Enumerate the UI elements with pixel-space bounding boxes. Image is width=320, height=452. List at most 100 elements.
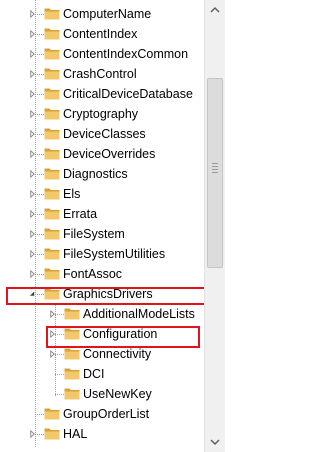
scrollbar-thumb[interactable] <box>207 78 223 268</box>
tree-item-errata[interactable]: Errata <box>0 204 204 224</box>
tree-item-fontassoc[interactable]: FontAssoc <box>0 264 204 284</box>
tree-item-additionalmodelists[interactable]: AdditionalModeLists <box>0 304 204 324</box>
folder-icon <box>44 428 60 440</box>
tree-connector <box>35 414 44 415</box>
expand-arrow-icon[interactable] <box>49 310 56 318</box>
tree-item-label: Errata <box>63 207 98 221</box>
expand-arrow-icon[interactable] <box>29 230 36 238</box>
folder-icon <box>64 388 80 400</box>
highlight-configuration <box>46 326 200 348</box>
tree-connector <box>35 254 44 255</box>
tree-item-deviceoverrides[interactable]: DeviceOverrides <box>0 144 204 164</box>
tree-item-filesystem[interactable]: FileSystem <box>0 224 204 244</box>
expand-arrow-icon[interactable] <box>49 350 56 358</box>
tree-item-criticaldevicedatabase[interactable]: CriticalDeviceDatabase <box>0 84 204 104</box>
tree-item-label: FontAssoc <box>63 267 123 281</box>
tree-item-hal[interactable]: HAL <box>0 424 204 444</box>
folder-icon <box>44 8 60 20</box>
tree-item-deviceclasses[interactable]: DeviceClasses <box>0 124 204 144</box>
folder-icon <box>44 68 60 80</box>
tree-item-cryptography[interactable]: Cryptography <box>0 104 204 124</box>
tree-connector <box>35 174 44 175</box>
tree-connector <box>35 114 44 115</box>
tree-connector <box>55 354 64 355</box>
folder-icon <box>44 228 60 240</box>
folder-icon <box>44 148 60 160</box>
tree-connector <box>55 314 64 315</box>
tree-item-label: FileSystem <box>63 227 125 241</box>
folder-icon <box>64 308 80 320</box>
tree-connector <box>35 134 44 135</box>
expand-arrow-icon[interactable] <box>29 170 36 178</box>
scroll-up-icon[interactable] <box>207 2 223 18</box>
tree-connector <box>35 74 44 75</box>
folder-icon <box>44 88 60 100</box>
tree-item-crashcontrol[interactable]: CrashControl <box>0 64 204 84</box>
expand-arrow-icon[interactable] <box>29 90 36 98</box>
folder-icon <box>44 108 60 120</box>
tree-connector <box>35 14 44 15</box>
folder-icon <box>44 28 60 40</box>
expand-arrow-icon[interactable] <box>29 190 36 198</box>
tree-item-label: HAL <box>63 427 88 441</box>
tree-item-label: DeviceClasses <box>63 127 146 141</box>
tree-item-computername[interactable]: ComputerName <box>0 4 204 24</box>
tree-item-contentindex[interactable]: ContentIndex <box>0 24 204 44</box>
tree-item-label: ContentIndex <box>63 27 138 41</box>
tree-item-label: Cryptography <box>63 107 139 121</box>
tree-item-grouporderlist[interactable]: GroupOrderList <box>0 404 204 424</box>
folder-icon <box>44 48 60 60</box>
expand-arrow-icon[interactable] <box>29 30 36 38</box>
expand-arrow-icon[interactable] <box>29 150 36 158</box>
folder-icon <box>64 368 80 380</box>
tree-item-contentindexcommon[interactable]: ContentIndexCommon <box>0 44 204 64</box>
tree-item-label: Connectivity <box>83 347 152 361</box>
tree-item-els[interactable]: Els <box>0 184 204 204</box>
tree-connector <box>55 374 64 375</box>
tree-item-label: ContentIndexCommon <box>63 47 189 61</box>
tree-item-label: CrashControl <box>63 67 137 81</box>
tree-item-label: Els <box>63 187 81 201</box>
folder-icon <box>44 208 60 220</box>
expand-arrow-icon[interactable] <box>29 210 36 218</box>
expand-arrow-icon[interactable] <box>29 250 36 258</box>
tree-connector <box>35 214 44 215</box>
tree-item-label: AdditionalModeLists <box>83 307 195 321</box>
folder-icon <box>44 268 60 280</box>
tree-connector <box>35 54 44 55</box>
tree-item-label: DeviceOverrides <box>63 147 156 161</box>
vertical-scrollbar[interactable] <box>204 0 225 452</box>
expand-arrow-icon[interactable] <box>29 270 36 278</box>
tree-connector <box>35 194 44 195</box>
scroll-down-icon[interactable] <box>207 434 223 450</box>
tree-item-label: GroupOrderList <box>63 407 150 421</box>
folder-icon <box>44 188 60 200</box>
expand-arrow-icon[interactable] <box>29 70 36 78</box>
tree-connector <box>35 434 44 435</box>
tree-item-label: CriticalDeviceDatabase <box>63 87 193 101</box>
tree-item-label: FileSystemUtilities <box>63 247 166 261</box>
tree-item-label: Diagnostics <box>63 167 128 181</box>
folder-icon <box>44 128 60 140</box>
tree-connector <box>35 154 44 155</box>
tree-item-label: UseNewKey <box>83 387 152 401</box>
tree-connector <box>35 234 44 235</box>
folder-icon <box>64 348 80 360</box>
expand-arrow-icon[interactable] <box>29 50 36 58</box>
tree-connector <box>35 94 44 95</box>
tree-item-dci[interactable]: DCI <box>0 364 204 384</box>
tree-item-usenewkey[interactable]: UseNewKey <box>0 384 204 404</box>
tree-connector <box>35 274 44 275</box>
folder-icon <box>44 248 60 260</box>
tree-item-diagnostics[interactable]: Diagnostics <box>0 164 204 184</box>
folder-icon <box>44 408 60 420</box>
expand-arrow-icon[interactable] <box>29 10 36 18</box>
tree-item-label: DCI <box>83 367 105 381</box>
expand-arrow-icon[interactable] <box>29 430 36 438</box>
tree-item-filesystemutilities[interactable]: FileSystemUtilities <box>0 244 204 264</box>
tree-connector <box>55 394 64 395</box>
expand-arrow-icon[interactable] <box>29 110 36 118</box>
expand-arrow-icon[interactable] <box>29 130 36 138</box>
folder-icon <box>44 168 60 180</box>
tree-connector <box>35 34 44 35</box>
